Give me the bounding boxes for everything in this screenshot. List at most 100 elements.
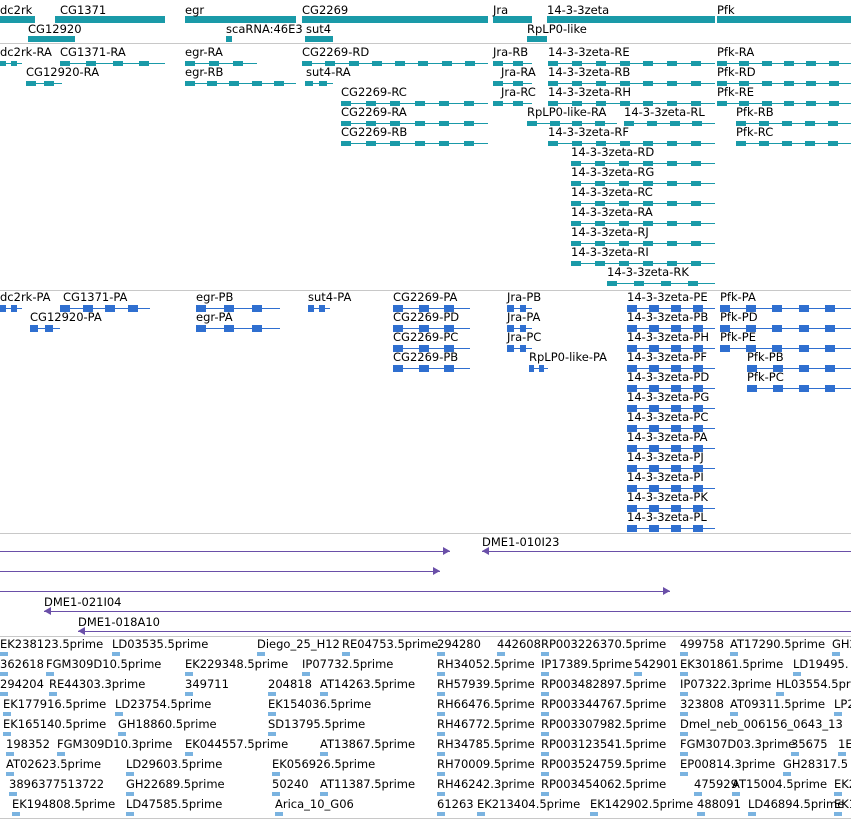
est-at09311-5prime-glyph[interactable] xyxy=(730,712,738,716)
transcript-14-3-3zeta-re-label[interactable]: 14-3-3zeta-RE xyxy=(548,45,630,59)
transcript-pfk-ra-exon[interactable] xyxy=(761,61,772,66)
est-gh28317-5-label[interactable]: GH28317.5 xyxy=(783,757,848,771)
protein-14-3-3zeta-pl-exon[interactable] xyxy=(693,525,703,532)
est-rh34052-5prime-label[interactable]: RH34052.5prime xyxy=(437,657,535,671)
est-rh46242-3prime-label[interactable]: RH46242.3prime xyxy=(437,777,535,791)
transcript-egr-rb-label[interactable]: egr-RB xyxy=(185,65,223,79)
transcript-dc2rk-ra-label[interactable]: dc2rk-RA xyxy=(0,45,52,59)
transcript-14-3-3zeta-rb-exon[interactable] xyxy=(643,81,654,86)
est-198352-label[interactable]: 198352 xyxy=(6,737,50,751)
protein-cg2269-pb-exon[interactable] xyxy=(418,365,429,372)
est-323808-glyph[interactable] xyxy=(680,712,688,716)
est-rp003344767-5prime-glyph[interactable] xyxy=(541,712,549,716)
est-ip17389-5prime-label[interactable]: IP17389.5prime xyxy=(541,657,632,671)
est-ek229348-5prime-label[interactable]: EK229348.5prime xyxy=(185,657,288,671)
est-rh34785-5prime-glyph[interactable] xyxy=(437,752,445,756)
protein-pfk-pc-label[interactable]: Pfk-PC xyxy=(747,370,784,384)
protein-rplp0-like-pa-exon[interactable] xyxy=(538,365,544,372)
gene-cg12920-bar[interactable] xyxy=(28,36,75,42)
transcript-pfk-rb-label[interactable]: Pfk-RB xyxy=(736,105,774,119)
est-ld46894-5prime-glyph[interactable] xyxy=(748,812,756,816)
gene-scarna-46e3-label[interactable]: scaRNA:46E3 xyxy=(226,22,303,36)
gene-dc2rk-label[interactable]: dc2rk xyxy=(0,3,32,17)
est-35675-glyph[interactable] xyxy=(791,752,799,756)
protein-14-3-3zeta-pl-label[interactable]: 14-3-3zeta-PL xyxy=(627,510,707,524)
est-ek056926-5prime-glyph[interactable] xyxy=(272,772,280,776)
est-ld47585-5prime-glyph[interactable] xyxy=(126,812,134,816)
transcript-egr-rb-exon[interactable] xyxy=(251,81,262,86)
transcript-14-3-3zeta-rg-label[interactable]: 14-3-3zeta-RG xyxy=(571,165,654,179)
protein-egr-pa-exon[interactable] xyxy=(196,325,206,332)
est-ld03535-5prime-label[interactable]: LD03535.5prime xyxy=(112,637,208,651)
transcript-14-3-3zeta-rb-exon[interactable] xyxy=(691,81,702,86)
transcript-14-3-3zeta-rj-exon[interactable] xyxy=(667,241,677,246)
gene-scarna-46e3-bar[interactable] xyxy=(226,36,232,42)
est-rh34785-5prime-label[interactable]: RH34785.5prime xyxy=(437,737,535,751)
protein-cg2269-pd-intron-line[interactable] xyxy=(393,328,470,329)
est-ek044557-5prime-label[interactable]: EK044557.5prime xyxy=(185,737,288,751)
est-at09311-5prime-label[interactable]: AT09311.5prime xyxy=(730,697,825,711)
protein-pfk-pb-label[interactable]: Pfk-PB xyxy=(747,350,784,364)
est-ip07732-5prime-glyph[interactable] xyxy=(302,672,310,676)
protein-cg2269-pb-intron-line[interactable] xyxy=(393,368,470,369)
protein-sut4-pa-label[interactable]: sut4-PA xyxy=(308,290,351,304)
est-488091-label[interactable]: 488091 xyxy=(697,797,741,811)
gene-cg1371-label[interactable]: CG1371 xyxy=(60,3,106,17)
est-gh28317-5-glyph[interactable] xyxy=(783,772,791,776)
transcript-cg2269-ra-exon[interactable] xyxy=(414,121,425,126)
transcript-rplp0-like-ra-exon[interactable] xyxy=(527,121,537,126)
est-349711-glyph[interactable] xyxy=(185,692,193,696)
est-ip07322-3prime-glyph[interactable] xyxy=(680,692,688,696)
transcript-egr-rb-exon[interactable] xyxy=(207,81,218,86)
est-ld23754-5prime-glyph[interactable] xyxy=(115,712,123,716)
transcript-pfk-rd-exon[interactable] xyxy=(784,81,794,86)
est-ek2-glyph[interactable] xyxy=(834,792,842,796)
est-ld47585-5prime-label[interactable]: LD47585.5prime xyxy=(126,797,222,811)
est-ek238123-5prime-glyph[interactable] xyxy=(0,652,8,656)
transcript-14-3-3zeta-re-exon[interactable] xyxy=(691,61,702,66)
est-ek154036-5prime-label[interactable]: EK154036.5prime xyxy=(268,697,371,711)
clone-unlabeled-3-line[interactable] xyxy=(0,591,670,592)
clone-dme1-010i23-label[interactable]: DME1-010I23 xyxy=(482,535,560,549)
est-fgm309d10-3prime-label[interactable]: FGM309D10.3prime xyxy=(57,737,172,751)
transcript-14-3-3zeta-rb-label[interactable]: 14-3-3zeta-RB xyxy=(548,65,630,79)
est-at13867-5prime-label[interactable]: AT13867.5prime xyxy=(320,737,415,751)
protein-14-3-3zeta-pl-exon[interactable] xyxy=(627,525,637,532)
est-ip07322-3prime-label[interactable]: IP07322.3prime xyxy=(680,677,771,691)
clone-unlabeled-3-arrow[interactable] xyxy=(663,587,670,595)
est-rp003226370-5prime-glyph[interactable] xyxy=(541,652,549,656)
transcript-pfk-rb-exon[interactable] xyxy=(805,121,815,126)
est-re04753-5prime-label[interactable]: RE04753.5prime xyxy=(342,637,438,651)
transcript-pfk-rc-exon[interactable] xyxy=(736,141,746,146)
est-442608-glyph[interactable] xyxy=(497,652,505,656)
est-ld29603-5prime-glyph[interactable] xyxy=(126,772,134,776)
est-hl03554-5prime-glyph[interactable] xyxy=(776,692,784,696)
est-rh66476-5prime-label[interactable]: RH66476.5prime xyxy=(437,697,535,711)
transcript-14-3-3zeta-rj-label[interactable]: 14-3-3zeta-RJ xyxy=(571,225,649,239)
protein-jra-pa-label[interactable]: Jra-PA xyxy=(507,310,540,324)
protein-pfk-pc-exon[interactable] xyxy=(799,385,809,392)
transcript-cg2269-rd-exon[interactable] xyxy=(441,61,452,66)
protein-pfk-pe-label[interactable]: Pfk-PE xyxy=(720,330,756,344)
est-rh46242-3prime-glyph[interactable] xyxy=(437,792,445,796)
protein-14-3-3zeta-pl-exon[interactable] xyxy=(649,525,659,532)
clone-unlabeled-2-arrow[interactable] xyxy=(433,567,440,575)
est-198352-glyph[interactable] xyxy=(6,752,14,756)
transcript-14-3-3zeta-rf-exon[interactable] xyxy=(667,141,678,146)
est-ld19495--glyph[interactable] xyxy=(793,672,801,676)
transcript-14-3-3zeta-rl-exon[interactable] xyxy=(646,121,657,126)
transcript-egr-rb-exon[interactable] xyxy=(185,81,195,86)
est-ek194808-5prime-label[interactable]: EK194808.5prime xyxy=(12,797,115,811)
protein-pfk-pd-exon[interactable] xyxy=(798,325,809,332)
transcript-14-3-3zeta-rc-exon[interactable] xyxy=(667,201,677,206)
est-ld46894-5prime-label[interactable]: LD46894.5prime xyxy=(748,797,844,811)
protein-cg1371-pa-exon[interactable] xyxy=(127,305,138,312)
est-294280-glyph[interactable] xyxy=(437,652,445,656)
est-rp003307982-5prime-glyph[interactable] xyxy=(541,732,549,736)
transcript-14-3-3zeta-rk-exon[interactable] xyxy=(688,281,698,286)
protein-sut4-pa-exon[interactable] xyxy=(308,305,315,312)
transcript-14-3-3zeta-ri-exon[interactable] xyxy=(595,261,605,266)
est-294280-label[interactable]: 294280 xyxy=(437,637,481,651)
transcript-jra-rc-exon[interactable] xyxy=(512,101,523,106)
est-arica-10-g06-label[interactable]: Arica_10_G06 xyxy=(275,797,354,811)
